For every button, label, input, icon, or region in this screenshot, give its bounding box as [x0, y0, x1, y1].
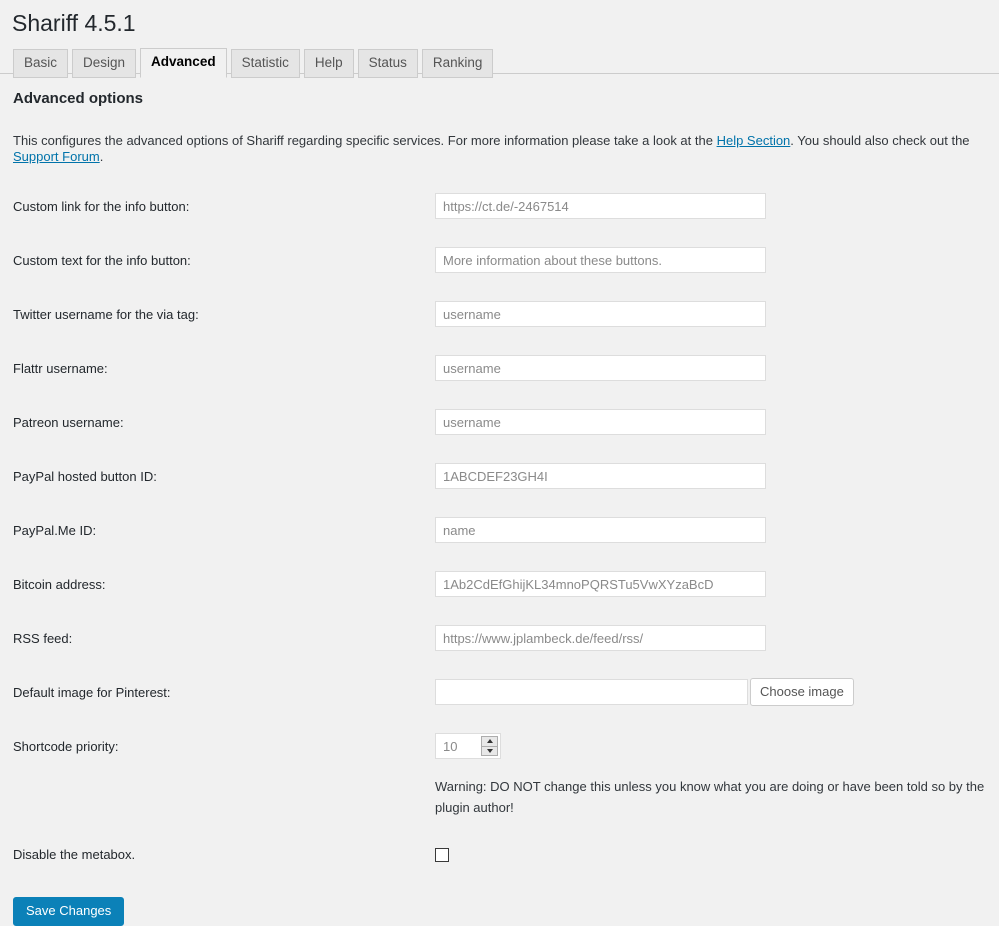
form-row-flattr: Flattr username: [0, 341, 999, 395]
label-bitcoin-address: Bitcoin address: [13, 576, 106, 592]
flattr-username-input[interactable] [435, 355, 766, 381]
label-shortcode-priority: Shortcode priority: [13, 738, 119, 754]
form-row-pinterest: Default image for Pinterest: Choose imag… [0, 665, 999, 719]
description-text-part-1: This configures the advanced options of … [13, 133, 717, 148]
bitcoin-address-input[interactable] [435, 571, 766, 597]
custom-text-input[interactable] [435, 247, 766, 273]
label-paypal-hosted-button-id: PayPal hosted button ID: [13, 468, 157, 484]
form-row-rss: RSS feed: [0, 611, 999, 665]
stepper-up-icon[interactable] [481, 736, 498, 746]
label-paypalme-id: PayPal.Me ID: [13, 522, 97, 538]
label-patreon-username: Patreon username: [13, 414, 124, 430]
label-disable-metabox: Disable the metabox. [13, 846, 136, 862]
tab-advanced[interactable]: Advanced [140, 48, 227, 78]
stepper-down-icon[interactable] [481, 745, 498, 756]
support-forum-link[interactable]: Support Forum [13, 149, 100, 164]
shortcode-priority-warning: Warning: DO NOT change this unless you k… [435, 779, 985, 815]
shortcode-priority-value[interactable]: 10 [436, 734, 481, 758]
tab-basic[interactable]: Basic [13, 49, 69, 78]
label-empty-spacer [0, 773, 435, 827]
save-changes-button[interactable]: Save Changes [13, 897, 125, 926]
form-row-shortcode-warning: Warning: DO NOT change this unless you k… [0, 773, 999, 827]
label-custom-link: Custom link for the info button: [13, 198, 190, 214]
page-title: Shariff 4.5.1 [12, 10, 136, 36]
rss-feed-input[interactable] [435, 625, 766, 651]
label-custom-text: Custom text for the info button: [13, 252, 191, 268]
help-section-link[interactable]: Help Section [717, 133, 791, 148]
shortcode-priority-stepper[interactable]: 10 [435, 733, 501, 759]
paypalme-id-input[interactable] [435, 517, 766, 543]
label-flattr-username: Flattr username: [13, 360, 108, 376]
pinterest-image-picker: Choose image [435, 678, 999, 706]
choose-image-button[interactable]: Choose image [750, 678, 854, 706]
pinterest-image-input[interactable] [435, 679, 748, 705]
tab-help[interactable]: Help [303, 49, 354, 78]
tab-ranking[interactable]: Ranking [421, 49, 494, 78]
form-row-custom-text: Custom text for the info button: [0, 233, 999, 287]
section-description: This configures the advanced options of … [0, 120, 999, 165]
form-row-paypalme: PayPal.Me ID: [0, 503, 999, 557]
label-rss-feed: RSS feed: [13, 630, 73, 646]
description-text-part-3: . [99, 149, 104, 164]
form-row-bitcoin: Bitcoin address: [0, 557, 999, 611]
tab-statistic[interactable]: Statistic [230, 49, 300, 78]
label-twitter-username: Twitter username for the via tag: [13, 306, 199, 322]
disable-metabox-checkbox[interactable] [435, 847, 449, 862]
form-row-disable-metabox: Disable the metabox. [0, 827, 999, 881]
tab-status[interactable]: Status [357, 49, 418, 78]
advanced-options-form: Custom link for the info button: Custom … [0, 179, 999, 881]
form-row-shortcode-priority: Shortcode priority: 10 [0, 719, 999, 773]
tab-bar: Basic Design Advanced Statistic Help Status Ra… [0, 42, 999, 78]
paypal-hosted-button-id-input[interactable] [435, 463, 766, 489]
tab-design[interactable]: Design [72, 49, 137, 78]
stepper-arrows [481, 736, 498, 756]
twitter-username-input[interactable] [435, 301, 766, 327]
custom-link-input[interactable] [435, 193, 766, 219]
label-pinterest-default-image: Default image for Pinterest: [13, 684, 171, 700]
description-text-part-2: . You should also check out the [790, 133, 970, 148]
form-row-twitter: Twitter username for the via tag: [0, 287, 999, 341]
form-row-patreon: Patreon username: [0, 395, 999, 449]
submit-area: Save Changes [0, 881, 999, 926]
section-title: Advanced options [13, 90, 144, 107]
form-row-paypal-button: PayPal hosted button ID: [0, 449, 999, 503]
patreon-username-input[interactable] [435, 409, 766, 435]
form-row-custom-link: Custom link for the info button: [0, 179, 999, 233]
